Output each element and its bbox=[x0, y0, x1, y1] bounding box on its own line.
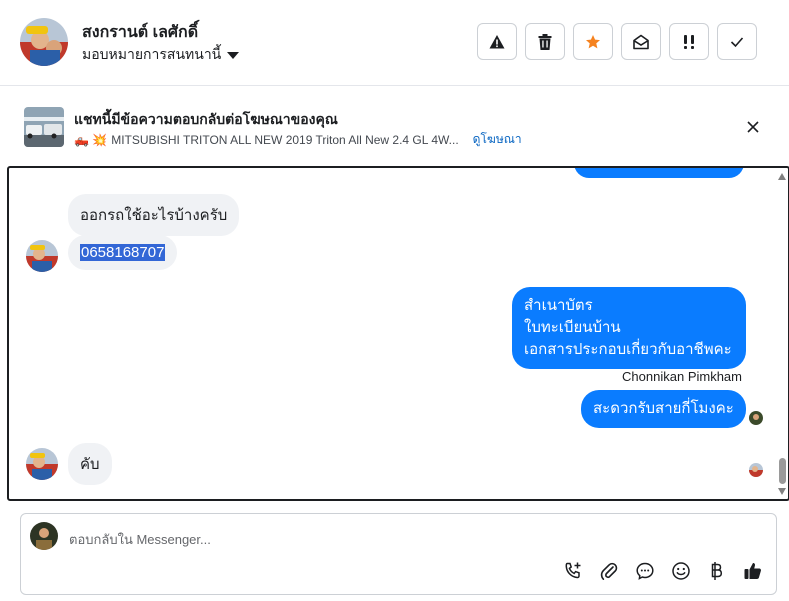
trash-icon bbox=[538, 33, 552, 50]
message-thread[interactable]: ออกรถใช้อะไรบ้างครับ 0658168707 สำเนาบัต… bbox=[7, 166, 789, 501]
ad-reply-banner: แชทนี้มีข้อความตอบกลับต่อโฆษณาของคุณ 🛻 💥… bbox=[0, 95, 789, 161]
ad-emoji: 🛻 💥 bbox=[74, 132, 108, 147]
reply-composer[interactable]: ตอบกลับใน Messenger... bbox=[20, 513, 777, 595]
composer-actions bbox=[561, 559, 764, 582]
payment-button[interactable] bbox=[705, 559, 728, 582]
report-spam-button[interactable] bbox=[477, 23, 517, 60]
assign-label: มอบหมายการสนทนานี้ bbox=[82, 46, 222, 62]
emoji-icon bbox=[671, 561, 690, 580]
inbox-conversation: สงกรานต์ เลศักดิ์ มอบหมายการสนทนานี้ แชท… bbox=[0, 0, 789, 601]
read-receipt-avatar bbox=[749, 463, 763, 477]
caret-down-icon bbox=[227, 51, 240, 59]
ad-banner-title: แชทนี้มีข้อความตอบกลับต่อโฆษณาของคุณ bbox=[74, 111, 338, 127]
message-line: ใบทะเบียนบ้าน bbox=[524, 319, 621, 336]
scroll-down-arrow-icon[interactable] bbox=[778, 488, 786, 495]
customer-avatar-small bbox=[26, 240, 58, 272]
attach-file-button[interactable] bbox=[597, 559, 620, 582]
scrollbar[interactable] bbox=[776, 168, 788, 499]
send-like-button[interactable] bbox=[741, 559, 764, 582]
assign-dropdown[interactable]: มอบหมายการสนทนานี้ bbox=[82, 44, 240, 66]
customer-avatar[interactable] bbox=[20, 18, 68, 66]
baht-icon bbox=[711, 561, 722, 580]
customer-avatar-small bbox=[26, 448, 58, 480]
scrollbar-thumb[interactable] bbox=[779, 458, 786, 484]
mark-done-button[interactable] bbox=[717, 23, 757, 60]
message-text: ออกรถใช้อะไรบ้างครับ bbox=[80, 207, 228, 224]
scroll-up-arrow-icon[interactable] bbox=[778, 173, 786, 180]
customer-name[interactable]: สงกรานต์ เลศักดิ์ bbox=[82, 20, 198, 45]
call-button[interactable] bbox=[561, 559, 584, 582]
ad-banner-subtitle: 🛻 💥 MITSUBISHI TRITON ALL NEW 2019 Trito… bbox=[74, 130, 522, 149]
attachment-icon bbox=[600, 562, 617, 580]
like-icon bbox=[744, 562, 761, 579]
message-incoming[interactable]: ออกรถใช้อะไรบ้างครับ bbox=[68, 194, 240, 236]
seen-avatar bbox=[749, 411, 763, 425]
message-outgoing[interactable]: สำเนาบัตร ใบทะเบียนบ้าน เอกสารประกอบเกี่… bbox=[512, 287, 746, 369]
mark-unread-button[interactable] bbox=[621, 23, 661, 60]
message-incoming[interactable]: 0658168707 bbox=[68, 235, 178, 270]
message-text: คับ bbox=[80, 456, 100, 473]
ad-product-name: MITSUBISHI TRITON ALL NEW 2019 Triton Al… bbox=[111, 132, 459, 147]
conversation-toolbar bbox=[477, 23, 757, 60]
close-banner-button[interactable] bbox=[743, 117, 763, 137]
message-line: เอกสารประกอบเกี่ยวกับอาชีพคะ bbox=[524, 341, 732, 358]
sender-name: Chonnikan Pimkham bbox=[622, 369, 742, 384]
message-incoming[interactable]: คับ bbox=[68, 443, 112, 485]
reply-input[interactable]: ตอบกลับใน Messenger... bbox=[69, 529, 211, 550]
call-add-icon bbox=[565, 562, 580, 578]
check-icon bbox=[730, 36, 744, 47]
message-line: สำเนาบัตร bbox=[524, 297, 593, 314]
message-text-selected: 0658168707 bbox=[80, 244, 166, 261]
star-icon bbox=[586, 34, 600, 48]
priority-icon bbox=[684, 34, 694, 49]
view-ad-link[interactable]: ดูโฆษณา bbox=[473, 130, 522, 149]
warning-icon bbox=[489, 34, 505, 48]
message-outgoing-partial[interactable] bbox=[574, 168, 744, 178]
conversation-header: สงกรานต์ เลศักดิ์ มอบหมายการสนทนานี้ bbox=[0, 0, 789, 86]
saved-replies-button[interactable] bbox=[633, 559, 656, 582]
emoji-button[interactable] bbox=[669, 559, 692, 582]
saved-reply-icon bbox=[635, 562, 654, 580]
star-button[interactable] bbox=[573, 23, 613, 60]
close-icon bbox=[747, 121, 759, 133]
mark-priority-button[interactable] bbox=[669, 23, 709, 60]
agent-avatar bbox=[30, 522, 58, 550]
message-text: สะดวกรับสายกี่โมงคะ bbox=[593, 400, 734, 417]
message-outgoing[interactable]: สะดวกรับสายกี่โมงคะ bbox=[581, 390, 746, 428]
ad-thumbnail[interactable] bbox=[24, 107, 64, 147]
envelope-open-icon bbox=[633, 34, 649, 49]
delete-button[interactable] bbox=[525, 23, 565, 60]
